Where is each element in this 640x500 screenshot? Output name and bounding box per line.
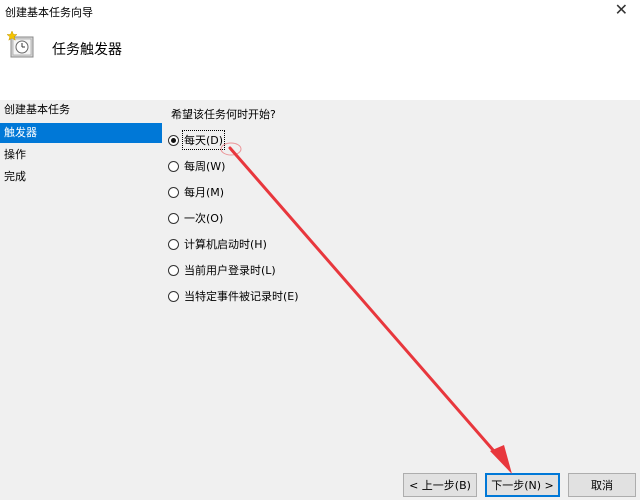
- next-button[interactable]: 下一步(N) >: [485, 473, 560, 497]
- sidebar-item-label: 触发器: [4, 126, 37, 139]
- radio-button[interactable]: [168, 186, 179, 198]
- sidebar-item-label: 完成: [4, 170, 26, 183]
- radio-label-once: 一次(O): [184, 212, 224, 225]
- radio-on-event[interactable]: 当特定事件被记录时(E): [168, 287, 299, 305]
- cancel-button[interactable]: 取消: [568, 473, 636, 497]
- sidebar-item-create-basic-task[interactable]: 创建基本任务: [0, 100, 162, 120]
- radio-daily[interactable]: 每天(D): [168, 130, 226, 150]
- sidebar-item-action[interactable]: 操作: [0, 145, 162, 165]
- radio-button[interactable]: [168, 290, 179, 302]
- radio-label-on-event: 当特定事件被记录时(E): [184, 290, 299, 303]
- radio-button[interactable]: [168, 212, 179, 224]
- radio-at-startup[interactable]: 计算机启动时(H): [168, 235, 267, 253]
- sidebar-item-trigger[interactable]: 触发器: [0, 123, 162, 143]
- radio-weekly[interactable]: 每周(W): [168, 157, 225, 175]
- radio-label-monthly: 每月(M): [184, 186, 225, 199]
- wizard-steps-sidebar: 创建基本任务 触发器 操作 完成: [0, 100, 162, 500]
- radio-label-daily: 每天(D): [181, 130, 226, 150]
- page-title: 任务触发器: [52, 42, 122, 58]
- radio-once[interactable]: 一次(O): [168, 209, 223, 227]
- radio-at-logon[interactable]: 当前用户登录时(L): [168, 261, 276, 279]
- back-button[interactable]: < 上一步(B): [403, 473, 477, 497]
- radio-label-at-logon: 当前用户登录时(L): [184, 264, 276, 277]
- trigger-question: 希望该任务何时开始?: [171, 108, 276, 121]
- clock-wizard-icon: [6, 30, 34, 58]
- radio-button-checked[interactable]: [168, 134, 179, 146]
- radio-button[interactable]: [168, 160, 179, 172]
- radio-label-weekly: 每周(W): [184, 160, 226, 173]
- sidebar-item-label: 创建基本任务: [4, 103, 70, 116]
- sidebar-item-label: 操作: [4, 148, 26, 161]
- radio-button[interactable]: [168, 238, 179, 250]
- wizard-body: 创建基本任务 触发器 操作 完成 希望该任务何时开始? 每天(D) 每周(W) …: [0, 100, 640, 500]
- radio-label-at-startup: 计算机启动时(H): [184, 238, 267, 251]
- radio-monthly[interactable]: 每月(M): [168, 183, 224, 201]
- title-bar: 创建基本任务向导 ✕: [0, 0, 640, 22]
- sidebar-item-finish[interactable]: 完成: [0, 167, 162, 187]
- close-icon[interactable]: ✕: [615, 0, 628, 19]
- wizard-header: 任务触发器: [0, 22, 640, 100]
- window-title: 创建基本任务向导: [5, 6, 93, 19]
- radio-button[interactable]: [168, 264, 179, 276]
